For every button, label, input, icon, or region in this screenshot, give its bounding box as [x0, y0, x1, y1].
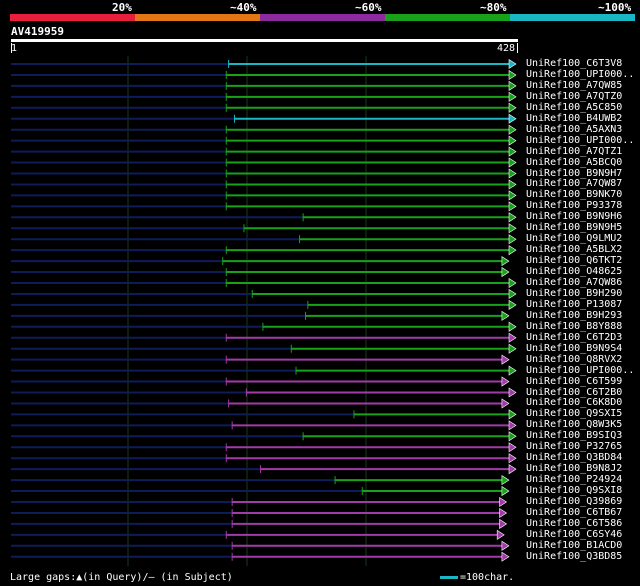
hit-arrow-44	[501, 540, 510, 551]
hit-arrow-5	[508, 113, 517, 124]
hit-label-43[interactable]: UniRef100_C6SY46	[526, 529, 622, 540]
hit-arrow-38	[501, 475, 510, 486]
hit-label-28[interactable]: UniRef100_UPI000..	[526, 365, 634, 376]
hit-arrow-45	[501, 551, 510, 562]
hit-arrow-8	[508, 146, 517, 157]
hit-label-23[interactable]: UniRef100_B9H293	[526, 310, 622, 321]
hit-arrow-1	[508, 69, 517, 80]
hit-label-19[interactable]: UniRef100_O48625	[526, 266, 622, 277]
hit-arrow-41	[499, 507, 508, 518]
hit-label-17[interactable]: UniRef100_A5BLX2	[526, 244, 622, 255]
hit-label-31[interactable]: UniRef100_C6K8D0	[526, 397, 622, 408]
hit-arrow-28	[508, 365, 517, 376]
hit-label-6[interactable]: UniRef100_A5AXN3	[526, 124, 622, 135]
hit-arrow-23	[501, 310, 510, 321]
scale-text: =100char.	[460, 572, 515, 583]
hit-label-36[interactable]: UniRef100_Q3BD84	[526, 452, 622, 463]
hit-label-33[interactable]: UniRef100_Q8W3K5	[526, 419, 622, 430]
hit-label-2[interactable]: UniRef100_A7QW85	[526, 80, 622, 91]
hit-arrow-0	[508, 58, 517, 70]
hit-arrow-7	[508, 135, 517, 146]
hit-label-16[interactable]: UniRef100_Q9LMU2	[526, 233, 622, 244]
hit-arrow-27	[501, 354, 510, 365]
hit-arrow-2	[508, 80, 517, 91]
hit-label-1[interactable]: UniRef100_UPI000..	[526, 69, 634, 80]
hit-arrow-13	[508, 201, 517, 212]
hit-arrow-22	[508, 299, 517, 310]
hit-label-11[interactable]: UniRef100_A7QW87	[526, 178, 622, 189]
hit-arrow-35	[508, 442, 517, 453]
gap-legend: Large gaps:▲(in Query)/— (in Subject)	[10, 572, 233, 583]
hit-label-30[interactable]: UniRef100_C6T2B0	[526, 387, 622, 398]
hit-label-3[interactable]: UniRef100_A7QTZ0	[526, 91, 622, 102]
hit-arrow-34	[508, 431, 517, 442]
hit-arrow-16	[508, 234, 517, 245]
hit-label-26[interactable]: UniRef100_B9N9S4	[526, 343, 622, 354]
scale-line-icon	[440, 575, 458, 579]
hit-arrow-33	[508, 420, 517, 431]
hit-arrow-30	[508, 387, 517, 398]
hit-label-24[interactable]: UniRef100_B8Y888	[526, 321, 622, 332]
hit-arrow-6	[508, 124, 517, 135]
hit-label-15[interactable]: UniRef100_B9N9H5	[526, 222, 622, 233]
hit-arrow-32	[508, 409, 517, 420]
hit-label-10[interactable]: UniRef100_B9N9H7	[526, 168, 622, 179]
hit-arrow-18	[501, 256, 510, 267]
hit-arrow-37	[508, 464, 517, 475]
hit-label-9[interactable]: UniRef100_A5BCQ0	[526, 157, 622, 168]
hit-arrow-25	[508, 332, 517, 343]
hit-arrow-40	[499, 496, 508, 508]
hit-label-45[interactable]: UniRef100_Q3BD85	[526, 551, 622, 562]
hit-arrow-42	[499, 518, 508, 529]
hit-arrow-11	[508, 179, 517, 190]
scale-legend: =100char.	[440, 572, 514, 583]
hit-label-21[interactable]: UniRef100_B9H290	[526, 288, 622, 299]
hit-arrow-39	[501, 486, 510, 497]
hit-arrow-15	[508, 223, 517, 234]
hit-arrow-21	[508, 288, 517, 299]
hit-arrow-31	[501, 398, 510, 409]
hit-label-42[interactable]: UniRef100_C6T586	[526, 518, 622, 529]
hit-arrow-4	[508, 102, 517, 113]
hit-label-38[interactable]: UniRef100_P24924	[526, 474, 622, 485]
hit-arrow-9	[508, 157, 517, 168]
hit-arrow-10	[508, 168, 517, 179]
hit-label-34[interactable]: UniRef100_B9SIQ3	[526, 430, 622, 441]
hit-arrow-19	[501, 267, 510, 278]
hit-label-14[interactable]: UniRef100_B9N9H6	[526, 211, 622, 222]
hit-label-8[interactable]: UniRef100_A7QTZ1	[526, 146, 622, 157]
hit-arrow-20	[508, 277, 517, 289]
hit-label-32[interactable]: UniRef100_Q9SXI5	[526, 408, 622, 419]
hit-arrow-29	[501, 376, 510, 387]
hit-label-27[interactable]: UniRef100_Q8RVX2	[526, 354, 622, 365]
hit-label-44[interactable]: UniRef100_B1ACD0	[526, 540, 622, 551]
hit-label-12[interactable]: UniRef100_B9NK70	[526, 189, 622, 200]
hit-label-0[interactable]: UniRef100_C6T3V8	[526, 58, 622, 69]
hit-arrow-24	[508, 321, 517, 332]
hit-label-20[interactable]: UniRef100_A7QW86	[526, 277, 622, 288]
hit-arrow-17	[508, 245, 517, 256]
hit-label-18[interactable]: UniRef100_Q6TKT2	[526, 255, 622, 266]
hit-label-7[interactable]: UniRef100_UPI000..	[526, 135, 634, 146]
hit-label-41[interactable]: UniRef100_C6TB67	[526, 507, 622, 518]
hit-arrow-14	[508, 212, 517, 223]
hit-arrow-12	[508, 190, 517, 201]
hit-arrow-3	[508, 91, 517, 102]
hit-label-5[interactable]: UniRef100_B4UWB2	[526, 113, 622, 124]
hit-label-35[interactable]: UniRef100_P32765	[526, 441, 622, 452]
hit-label-4[interactable]: UniRef100_A5C850	[526, 102, 622, 113]
hit-label-13[interactable]: UniRef100_P93378	[526, 200, 622, 211]
hit-label-39[interactable]: UniRef100_Q9SXI8	[526, 485, 622, 496]
hit-arrow-26	[508, 343, 517, 354]
hit-arrow-36	[508, 453, 517, 464]
hit-label-22[interactable]: UniRef100_P13087	[526, 299, 622, 310]
hit-label-29[interactable]: UniRef100_C6T599	[526, 376, 622, 387]
hit-arrow-43	[496, 529, 505, 540]
hit-label-25[interactable]: UniRef100_C6T2D3	[526, 332, 622, 343]
hit-label-40[interactable]: UniRef100_Q39869	[526, 496, 622, 507]
hit-label-37[interactable]: UniRef100_B9N8J2	[526, 463, 622, 474]
